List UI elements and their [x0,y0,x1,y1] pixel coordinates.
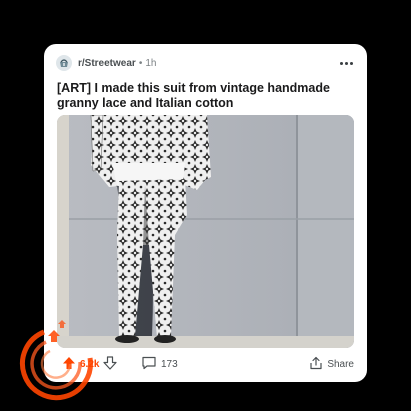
subreddit-avatar-icon[interactable] [56,55,72,71]
meta-separator: • [138,57,143,69]
subreddit-name[interactable]: r/Streetwear [78,58,136,69]
post-image[interactable] [57,115,354,348]
post-time: 1h [145,57,157,69]
upvote-button[interactable]: 6.2k [62,353,99,375]
upvote-arrow-icon[interactable] [62,356,76,373]
comments-button[interactable]: 173 [141,353,178,375]
upvote-count: 6.2k [80,358,100,370]
post-card[interactable]: r/Streetwear • 1h [ART] I made this suit… [44,44,367,382]
comment-count: 173 [161,358,178,370]
more-options-icon[interactable] [338,60,355,67]
post-header: r/Streetwear • 1h [56,54,355,72]
post-actions: 6.2k 173 Share [44,353,367,375]
post-title[interactable]: [ART] I made this suit from vintage hand… [57,81,347,111]
downvote-button[interactable] [103,353,117,375]
share-label: Share [327,358,354,370]
share-icon [309,356,323,373]
screen: r/Streetwear • 1h [ART] I made this suit… [0,0,411,411]
comment-bubble-icon [141,356,157,373]
downvote-arrow-icon[interactable] [103,355,117,373]
share-button[interactable]: Share [309,353,354,375]
